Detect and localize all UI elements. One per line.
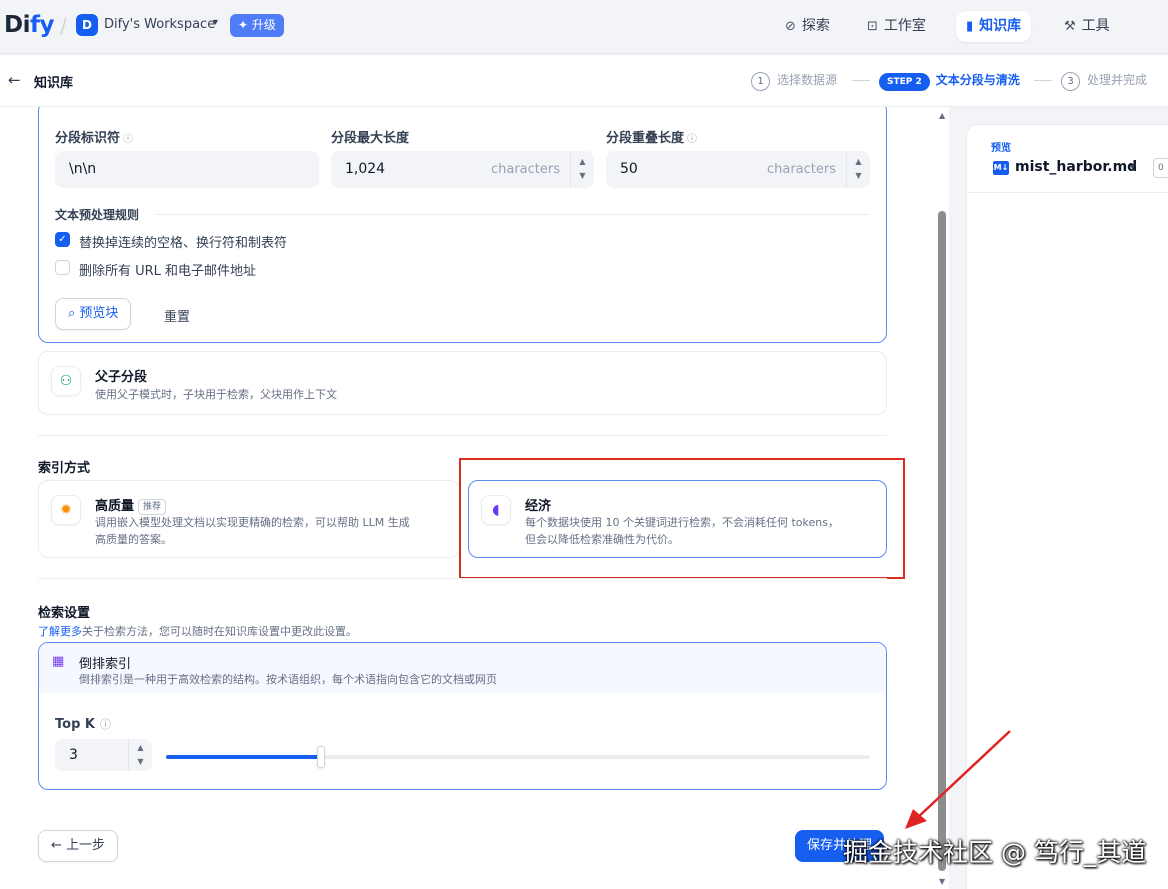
slider-handle[interactable]	[316, 746, 325, 768]
hammer-icon: ⚒	[1064, 19, 1076, 34]
overlap-label: 分段重叠长度 ⓘ	[606, 131, 698, 146]
divider	[38, 578, 887, 579]
step-divider	[1034, 80, 1052, 81]
max-length-label: 分段最大长度	[331, 131, 410, 146]
rule-checkbox-whitespace[interactable]: ✓	[55, 232, 70, 247]
annotation-arrow	[905, 730, 1011, 829]
star-icon: ✹	[51, 495, 81, 525]
option-desc: 调用嵌入模型处理文档以实现更精确的检索，可以帮助 LLM 生成 高质量的答案。	[95, 516, 410, 546]
chevron-down-icon[interactable]: ▾	[1130, 162, 1135, 173]
workspace-name[interactable]: Dify's Workspace	[104, 17, 215, 32]
stepper-icon[interactable]: ▲ ▼	[128, 739, 152, 771]
scroll-down-icon[interactable]: ▼	[939, 877, 945, 886]
nav-knowledge[interactable]: ▮ 知识库	[956, 11, 1032, 42]
nav-explore[interactable]: ⊘ 探索	[775, 11, 840, 42]
step-3: 3 处理并完成	[1061, 69, 1147, 91]
nav-tools[interactable]: ⚒ 工具	[1054, 11, 1120, 42]
max-length-input[interactable]: 1,024 characters ▲ ▼	[331, 151, 594, 188]
retrieval-help: 了解更多关于检索方法，您可以随时在知识库设置中更改此设置。	[38, 625, 357, 638]
compass-icon: ⊘	[785, 19, 796, 34]
dify-logo[interactable]: Dify	[4, 12, 54, 38]
high-quality-option[interactable]: ✹ 高质量 推荐 调用嵌入模型处理文档以实现更精确的检索，可以帮助 LLM 生成高…	[38, 480, 460, 558]
method-desc: 倒排索引是一种用于高效检索的结构。按术语组织，每个术语指向包含它的文档或网页	[79, 673, 497, 686]
delimiter-input[interactable]: \n\n	[55, 151, 319, 188]
sub-header: ← 知识库 1 选择数据源 STEP 2 文本分段与清洗 3 处理并完成	[0, 55, 1168, 107]
scroll-up-icon[interactable]: ▲	[939, 111, 945, 120]
users-icon: ⚇	[51, 366, 81, 396]
parent-child-option[interactable]: ⚇ 父子分段 使用父子模式时，子块用于检索，父块用作上下文	[38, 351, 887, 415]
workspace-avatar[interactable]: D	[76, 14, 98, 36]
book-icon: ▮	[966, 19, 974, 34]
rule-label: 删除所有 URL 和电子邮件地址	[79, 264, 257, 279]
divider: /	[60, 14, 67, 38]
watermark: 掘金技术社区 @ 笃行_其道	[843, 838, 1147, 867]
preview-file-name[interactable]: mist_harbor.md	[1015, 159, 1137, 175]
recommended-badge: 推荐	[138, 499, 167, 515]
overlap-input[interactable]: 50 characters ▲ ▼	[606, 151, 870, 188]
slider-fill	[166, 755, 321, 759]
robot-icon: ⊡	[867, 19, 878, 34]
method-title: 倒排索引	[79, 657, 132, 672]
step-2: STEP 2 文本分段与清洗	[879, 69, 1020, 91]
help-icon: ⓘ	[123, 134, 134, 145]
learn-more-link[interactable]: 了解更多	[38, 625, 82, 638]
rule-label: 替换掉连续的空格、换行符和制表符	[79, 236, 288, 251]
delimiter-label: 分段标识符 ⓘ	[55, 131, 134, 146]
upgrade-button[interactable]: ✦ 升级	[230, 14, 284, 37]
help-icon: ⓘ	[99, 718, 111, 731]
inverted-index-card[interactable]	[38, 642, 887, 790]
nav-studio[interactable]: ⊡ 工作室	[857, 11, 936, 42]
previous-step-button[interactable]: ← 上一步	[38, 830, 119, 862]
step-divider	[852, 80, 870, 81]
help-icon: ⓘ	[687, 134, 698, 145]
step-1: 1 选择数据源	[751, 69, 837, 91]
chunk-count-badge: 0	[1153, 158, 1168, 178]
option-title: 高质量 推荐	[95, 495, 167, 515]
highlight-annotation-box	[459, 458, 905, 579]
rule-checkbox-url[interactable]	[55, 260, 70, 275]
retrieval-settings-title: 检索设置	[38, 606, 91, 621]
divider	[38, 435, 887, 436]
chevron-down-icon[interactable]: ▾	[213, 17, 218, 28]
preview-chunk-button[interactable]: ⌕ 预览块	[55, 298, 132, 330]
stepper-icon[interactable]: ▲ ▼	[570, 151, 594, 188]
top-nav: Dify / D Dify's Workspace ▾ ✦ 升级 ⊘ 探索 ⊡ 工作…	[0, 0, 1168, 54]
reset-button[interactable]: 重置	[164, 306, 190, 325]
grid-icon: ▦	[52, 654, 65, 669]
divider	[967, 192, 1168, 193]
back-arrow-icon[interactable]: ←	[8, 71, 21, 89]
topk-slider[interactable]	[166, 746, 870, 768]
settings-panel: 分段标识符 ⓘ \n\n 分段最大长度 1,024 characters ▲ ▼ 分段重…	[0, 107, 935, 889]
markdown-icon: M↓	[993, 161, 1009, 175]
search-icon: ⌕	[68, 306, 80, 321]
index-method-title: 索引方式	[38, 461, 91, 476]
topk-label: Top Kⓘ	[55, 717, 111, 732]
stepper-icon[interactable]: ▲ ▼	[846, 151, 870, 188]
topk-input[interactable]: 3 ▲ ▼	[55, 739, 152, 771]
option-desc: 使用父子模式时，子块用于检索，父块用作上下文	[95, 388, 337, 401]
rules-title: 文本预处理规则	[55, 208, 140, 222]
preview-label: 预览	[991, 143, 1011, 154]
option-title: 父子分段	[95, 370, 148, 385]
divider	[155, 214, 870, 215]
page-title: 知识库	[34, 76, 74, 91]
